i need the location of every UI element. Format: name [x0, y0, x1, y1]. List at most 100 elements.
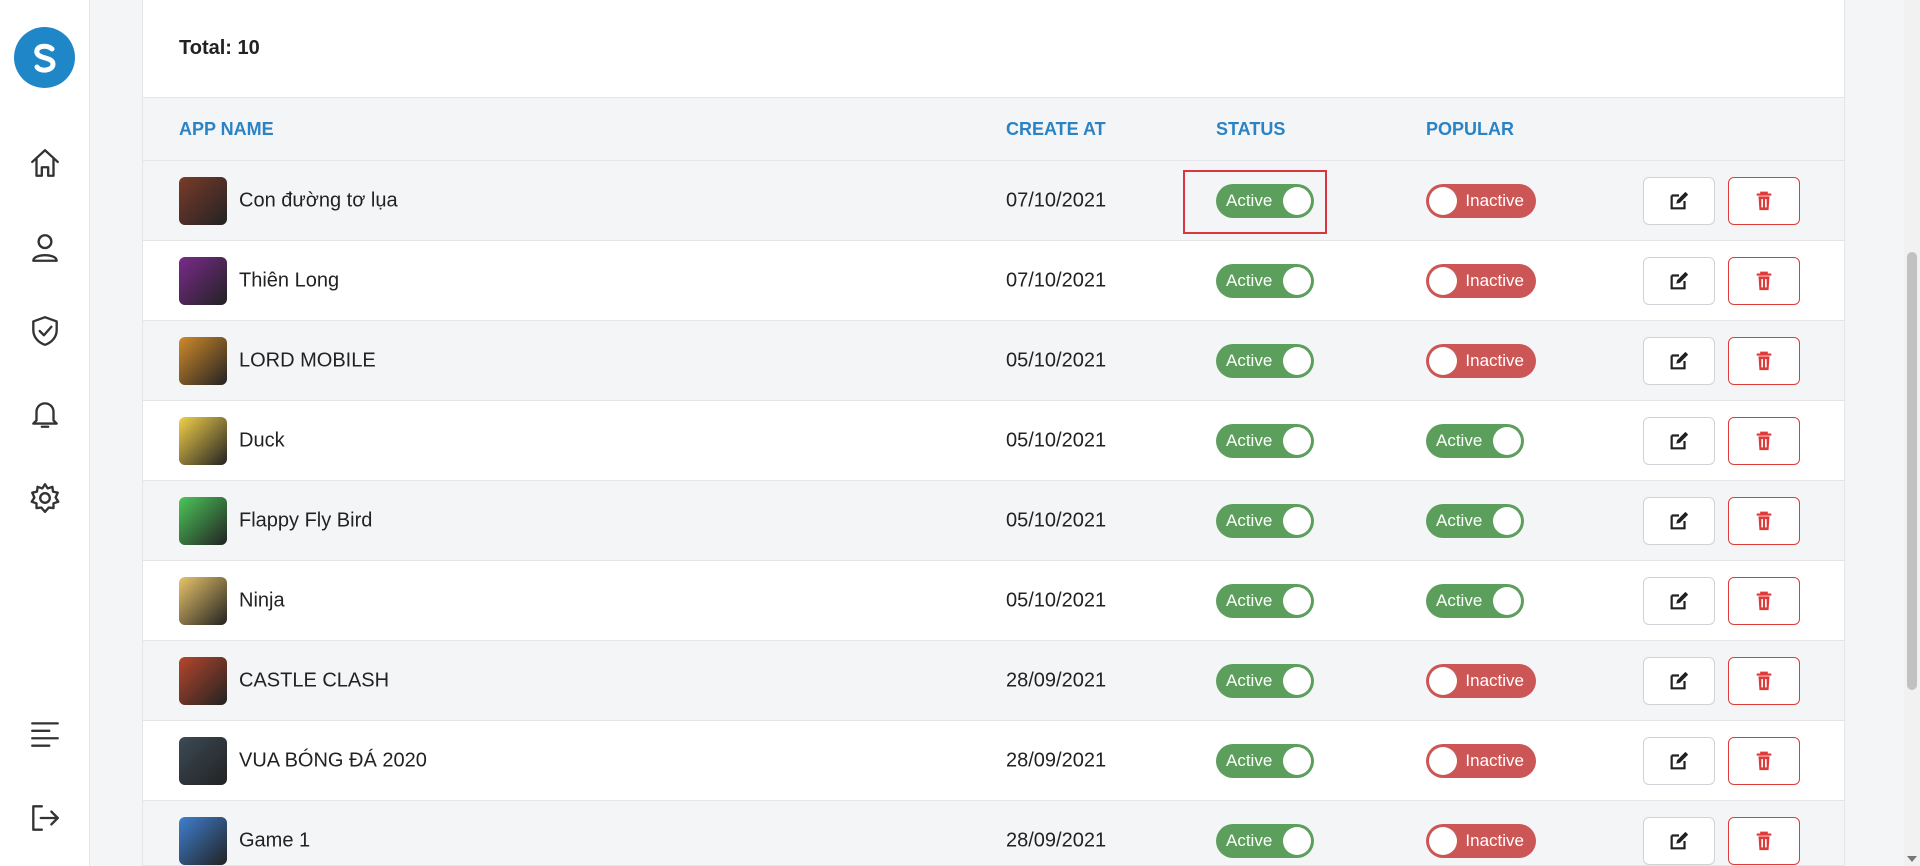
toggle-knob: [1283, 426, 1311, 455]
status-toggle[interactable]: Active: [1216, 343, 1314, 378]
edit-button[interactable]: [1643, 256, 1715, 305]
delete-button[interactable]: [1728, 656, 1800, 705]
nav-menu[interactable]: [25, 714, 65, 754]
toggle-knob: [1283, 586, 1311, 615]
status-toggle[interactable]: Active: [1216, 823, 1314, 858]
trash-icon: [1756, 671, 1772, 690]
app-name: Game 1: [239, 829, 311, 851]
home-icon: [31, 149, 59, 177]
edit-button[interactable]: [1643, 336, 1715, 385]
create-date: 28/09/2021: [1006, 749, 1107, 771]
toggle-knob: [1283, 826, 1311, 855]
nav-notifications[interactable]: [25, 394, 65, 434]
trash-icon: [1756, 591, 1772, 610]
scroll-thumb[interactable]: [1907, 252, 1917, 690]
delete-button[interactable]: [1728, 256, 1800, 305]
scrollbar[interactable]: [1904, 0, 1920, 866]
status-toggle[interactable]: Active: [1216, 743, 1314, 778]
toggle-knob: [1283, 186, 1311, 215]
delete-button[interactable]: [1728, 816, 1800, 865]
app-name: CASTLE CLASH: [239, 669, 390, 691]
edit-icon: [1670, 671, 1689, 689]
toggle-knob: [1283, 506, 1311, 535]
menu-lines-icon: [31, 722, 59, 747]
app-thumbnail: [179, 176, 227, 225]
create-date: 05/10/2021: [1006, 349, 1107, 371]
toggle-label: Inactive: [1465, 190, 1524, 210]
delete-button[interactable]: [1728, 336, 1800, 385]
popular-toggle[interactable]: Inactive: [1426, 263, 1536, 298]
trash-icon: [1756, 831, 1772, 850]
delete-button[interactable]: [1728, 416, 1800, 465]
app-thumbnail: [179, 816, 227, 865]
toggle-knob: [1493, 426, 1521, 455]
status-toggle[interactable]: Active: [1216, 263, 1314, 298]
scroll-down-arrow-icon[interactable]: [1907, 856, 1917, 862]
status-toggle[interactable]: Active: [1216, 423, 1314, 458]
edit-button[interactable]: [1643, 416, 1715, 465]
popular-toggle[interactable]: Active: [1426, 583, 1524, 618]
edit-button[interactable]: [1643, 816, 1715, 865]
edit-button[interactable]: [1643, 176, 1715, 225]
popular-toggle[interactable]: Active: [1426, 423, 1524, 458]
delete-button[interactable]: [1728, 576, 1800, 625]
delete-button[interactable]: [1728, 176, 1800, 225]
edit-icon: [1670, 271, 1689, 289]
table-body: Con đường tơ lụa 07/10/2021 Active Inactive…: [143, 161, 1844, 865]
app-thumbnail: [179, 416, 227, 465]
table-row: LORD MOBILE 05/10/2021 Active Inactive: [143, 321, 1844, 401]
header-app-name: APP NAME: [179, 118, 274, 139]
toggle-label: Active: [1226, 350, 1273, 370]
status-toggle[interactable]: Active: [1216, 663, 1314, 698]
create-date: 05/10/2021: [1006, 429, 1107, 451]
popular-toggle[interactable]: Inactive: [1426, 183, 1536, 218]
popular-toggle[interactable]: Inactive: [1426, 823, 1536, 858]
status-toggle[interactable]: Active: [1216, 503, 1314, 538]
edit-button[interactable]: [1643, 496, 1715, 545]
toggle-label: Inactive: [1465, 270, 1524, 290]
app-logo[interactable]: [14, 27, 75, 88]
toggle-label: Active: [1226, 510, 1273, 530]
popular-toggle[interactable]: Active: [1426, 503, 1524, 538]
app-thumbnail: [179, 656, 227, 705]
nav-settings[interactable]: [25, 478, 65, 518]
status-toggle[interactable]: Active: [1216, 583, 1314, 618]
bell-icon: [32, 402, 58, 428]
nav-logout[interactable]: [25, 798, 65, 838]
app-thumbnail: [179, 496, 227, 545]
table-row: CASTLE CLASH 28/09/2021 Active Inactive: [143, 641, 1844, 721]
trash-icon: [1756, 751, 1772, 770]
toggle-knob: [1283, 666, 1311, 695]
toggle-label: Active: [1226, 830, 1273, 850]
toggle-knob: [1283, 266, 1311, 295]
nav-users[interactable]: [25, 228, 65, 268]
edit-icon: [1670, 591, 1689, 609]
popular-toggle[interactable]: Inactive: [1426, 743, 1536, 778]
delete-button[interactable]: [1728, 736, 1800, 785]
toggle-label: Active: [1226, 590, 1273, 610]
create-date: 28/09/2021: [1006, 669, 1107, 691]
edit-button[interactable]: [1643, 656, 1715, 705]
app-name: Ninja: [239, 589, 285, 611]
apps-card: Total: 10 APP NAME CREATE AT STATUS POPU…: [142, 0, 1845, 866]
nav-security[interactable]: [25, 311, 65, 351]
toggle-label: Active: [1226, 750, 1273, 770]
app-thumbnail: [179, 576, 227, 625]
nav-home[interactable]: [25, 143, 65, 183]
edit-button[interactable]: [1643, 576, 1715, 625]
edit-icon: [1670, 351, 1689, 369]
popular-toggle[interactable]: Inactive: [1426, 663, 1536, 698]
create-date: 05/10/2021: [1006, 509, 1107, 531]
status-toggle[interactable]: Active: [1216, 183, 1314, 218]
edit-icon: [1670, 511, 1689, 529]
user-icon: [32, 234, 58, 262]
popular-toggle[interactable]: Inactive: [1426, 343, 1536, 378]
edit-icon: [1670, 751, 1689, 769]
toggle-knob: [1429, 666, 1457, 695]
edit-button[interactable]: [1643, 736, 1715, 785]
toggle-label: Active: [1226, 270, 1273, 290]
toggle-label: Active: [1436, 590, 1483, 610]
table-row: VUA BÓNG ĐÁ 2020 28/09/2021 Active Inactive: [143, 721, 1844, 801]
delete-button[interactable]: [1728, 496, 1800, 545]
toggle-knob: [1429, 746, 1457, 775]
